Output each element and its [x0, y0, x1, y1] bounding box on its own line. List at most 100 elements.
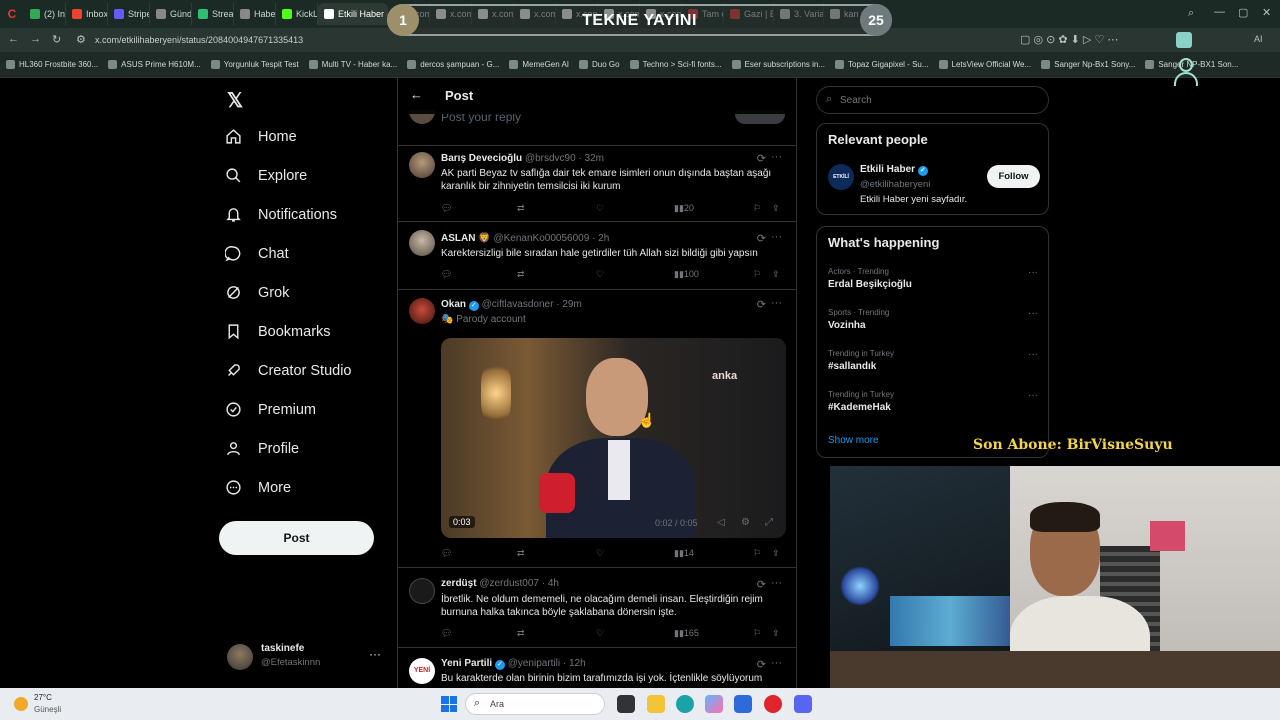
maximize-icon[interactable]: ▢ [1238, 6, 1248, 19]
edge-icon[interactable] [676, 695, 694, 713]
tweet-author[interactable]: Yeni Partili [441, 658, 492, 669]
more-dots-icon[interactable]: ··· [771, 151, 782, 163]
share-icon[interactable]: ⇪ [772, 548, 780, 559]
browser-menu-icon[interactable]: C [0, 3, 24, 25]
avatar[interactable] [409, 298, 435, 324]
more-dots-icon[interactable]: ··· [369, 647, 381, 661]
tweet[interactable]: ASLAN 🦁 @KenanKo00056009 · 2h ⟳ ··· Kare… [398, 222, 796, 290]
discord-icon[interactable] [794, 695, 812, 713]
bookmark-item[interactable]: Yorgunluk Tespit Test [210, 60, 299, 69]
more-dots-icon[interactable]: ··· [771, 297, 782, 309]
tweet-time[interactable]: · 32m [578, 153, 604, 164]
person-name[interactable]: Etkili Haber [860, 164, 915, 175]
search-box[interactable]: ⌕ Search [816, 86, 1049, 114]
nav-explore[interactable]: Explore [225, 167, 307, 184]
trend-item[interactable]: Sports · Trending Vozinha ··· [828, 308, 1038, 331]
views-icon[interactable]: ▮▮ 20 [674, 203, 694, 214]
tweet[interactable]: zerdüşt @zerdust007 · 4h ⟳ ··· İbretlik.… [398, 568, 796, 648]
nav-premium[interactable]: Premium [225, 401, 316, 418]
tweet-author[interactable]: Okan [441, 299, 466, 310]
fullscreen-icon[interactable]: ⤢ [765, 517, 773, 528]
browser-tab[interactable]: (2) Inbox [24, 3, 66, 25]
site-info-icon[interactable]: ⚙ [76, 33, 86, 46]
trend-item[interactable]: Trending in Turkey #sallandık ··· [828, 349, 1038, 372]
nav-notifications[interactable]: Notifications [225, 206, 337, 223]
more-dots-icon[interactable]: ··· [1028, 349, 1038, 360]
search-input[interactable]: Search [840, 95, 872, 106]
tweet[interactable]: Okan ✓ @ciftlavasdoner · 29m ⟳ ··· 🎭 Par… [398, 290, 796, 568]
reply-icon[interactable]: 💬︎ [441, 628, 452, 639]
url-field[interactable]: x.com/etkilihaberyeni/status/20840049476… [95, 28, 303, 52]
tweet-time[interactable]: · 4h [542, 578, 559, 589]
browser-tab[interactable]: Etkili Haber on X [318, 3, 388, 25]
x-logo-icon[interactable]: 𝕏 [227, 88, 243, 113]
share-icon[interactable]: ⇪ [772, 269, 780, 280]
avatar[interactable] [409, 578, 435, 604]
follow-button[interactable]: Follow [987, 165, 1040, 188]
bookmark-item[interactable]: Multi TV - Haber ka... [308, 60, 397, 69]
tweet-handle[interactable]: @KenanKo00056009 [493, 233, 589, 244]
tweet[interactable]: Barış Devecioğlu @brsdvc90 · 32m ⟳ ··· A… [398, 146, 796, 222]
avatar[interactable] [409, 152, 435, 178]
more-dots-icon[interactable]: ··· [771, 657, 782, 669]
tweet-handle[interactable]: @zerdust007 [479, 578, 539, 589]
nav-bookmarks[interactable]: Bookmarks [225, 323, 331, 340]
account-switcher[interactable]: taskinefe @Efetaskinnn ··· [227, 641, 387, 677]
trend-item[interactable]: Trending in Turkey #KademeHak ··· [828, 390, 1038, 413]
grok-analyze-icon[interactable]: ⟳ [757, 232, 766, 245]
mute-icon[interactable]: ◁ [717, 517, 725, 528]
tweet-time[interactable]: · 29m [556, 299, 582, 310]
reply-icon[interactable]: 💬︎ [441, 203, 452, 214]
bookmark-item[interactable]: Topaz Gigapixel - Su... [835, 60, 929, 69]
post-button[interactable]: Post [219, 521, 374, 555]
more-dots-icon[interactable]: ··· [771, 231, 782, 243]
browser-tab[interactable]: Stripe Exp [108, 3, 150, 25]
browser-tab[interactable]: Stream - [192, 3, 234, 25]
grok-analyze-icon[interactable]: ⟳ [757, 658, 766, 671]
retweet-icon[interactable]: ⇄ [517, 269, 525, 280]
grok-analyze-icon[interactable]: ⟳ [757, 298, 766, 311]
avatar[interactable]: YENİ [409, 658, 435, 684]
bookmark-item[interactable]: Techno > Sci-fi fonts... [629, 60, 722, 69]
show-more-link[interactable]: Show more [828, 435, 879, 446]
copilot-icon[interactable] [705, 695, 723, 713]
ai-icon[interactable]: AI [1254, 34, 1263, 44]
share-icon[interactable]: ⇪ [772, 628, 780, 639]
retweet-icon[interactable]: ⇄ [517, 203, 525, 214]
browser-tab[interactable]: Inbox (1, [66, 3, 108, 25]
more-dots-icon[interactable]: ··· [1028, 308, 1038, 319]
store-icon[interactable] [734, 695, 752, 713]
nav-chat[interactable]: Chat [225, 245, 289, 262]
share-icon[interactable]: ⇪ [772, 203, 780, 214]
trend-item[interactable]: Actors · Trending Erdal Beşikçioğlu ··· [828, 267, 1038, 290]
like-icon[interactable]: ♡ [596, 203, 604, 214]
file-explorer-icon[interactable] [647, 695, 665, 713]
bookmark-item[interactable]: HL360 Frostbite 360... [6, 60, 98, 69]
browser-tab[interactable]: KickLink [276, 3, 318, 25]
more-dots-icon[interactable]: ··· [1028, 267, 1038, 278]
views-icon[interactable]: ▮▮ 14 [674, 548, 694, 559]
bookmark-item[interactable]: Sanger Np-Bx1 Sony... [1041, 60, 1135, 69]
grok-analyze-icon[interactable]: ⟳ [757, 152, 766, 165]
views-icon[interactable]: ▮▮ 100 [674, 269, 699, 280]
browser-tab[interactable]: Haber Al [234, 3, 276, 25]
forward-icon[interactable]: → [30, 33, 41, 45]
avatar[interactable]: ETKİLİ [828, 164, 854, 190]
profile-icon[interactable] [1176, 32, 1192, 48]
back-arrow-icon[interactable]: ← [410, 87, 423, 102]
bookmark-icon[interactable]: ⚐ [753, 203, 761, 214]
nav-home[interactable]: Home [225, 128, 297, 145]
bookmark-item[interactable]: Duo Go [579, 60, 620, 69]
more-dots-icon[interactable]: ··· [771, 577, 782, 589]
settings-icon[interactable]: ⚙ [741, 517, 750, 528]
grok-analyze-icon[interactable]: ⟳ [757, 578, 766, 591]
nav-grok[interactable]: Grok [225, 284, 289, 301]
video-player[interactable]: anka 0:03 0:02 / 0:05 ◁ ⚙ ⤢ [441, 338, 786, 538]
more-dots-icon[interactable]: ··· [1028, 390, 1038, 401]
person-handle[interactable]: @etkilihaberyeni [860, 179, 930, 190]
minimize-icon[interactable]: — [1214, 6, 1225, 18]
nav-creator-studio[interactable]: Creator Studio [225, 362, 352, 379]
tweet-author[interactable]: zerdüşt [441, 578, 477, 589]
retweet-icon[interactable]: ⇄ [517, 548, 525, 559]
taskbar-search[interactable]: ⌕ Ara [465, 693, 605, 715]
